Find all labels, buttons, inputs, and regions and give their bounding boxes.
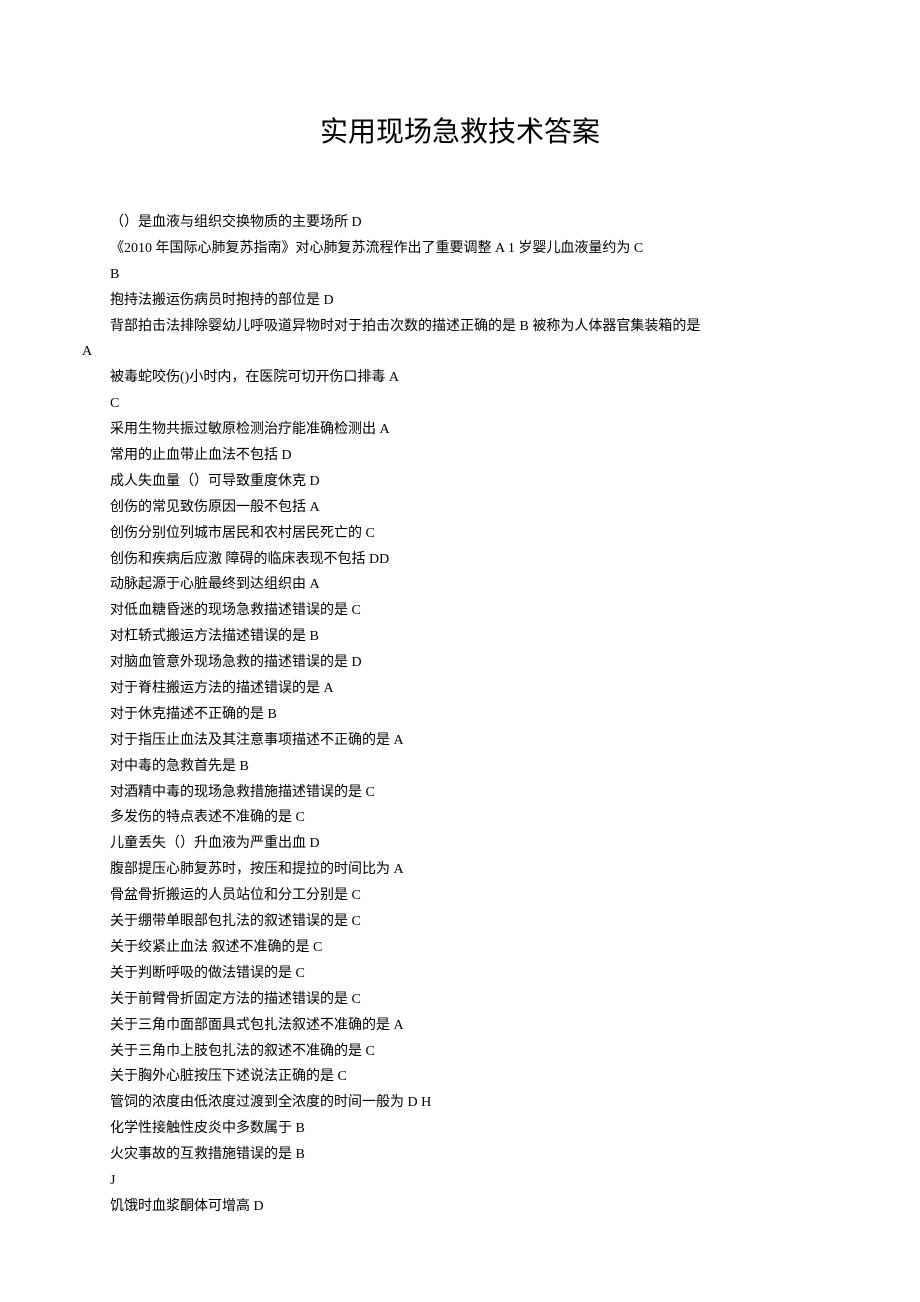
body-line: A: [82, 339, 810, 365]
body-line: 化学性接触性皮炎中多数属于 B: [110, 1116, 810, 1142]
body-line: 对于指压止血法及其注意事项描述不正确的是 A: [110, 728, 810, 754]
body-line: 常用的止血带止血法不包括 D: [110, 443, 810, 469]
body-line: 创伤分别位列城市居民和农村居民死亡的 C: [110, 521, 810, 547]
body-line: 关于三角巾面部面具式包扎法叙述不准确的是 A: [110, 1013, 810, 1039]
body-line: 《2010 年国际心肺复苏指南》对心肺复苏流程作出了重要调整 A 1 岁婴儿血液…: [110, 236, 810, 262]
body-line: 关于三角巾上肢包扎法的叙述不准确的是 C: [110, 1039, 810, 1065]
body-line: 抱持法搬运伤病员时抱持的部位是 D: [110, 288, 810, 314]
body-line: 采用生物共振过敏原检测治疗能准确检测出 A: [110, 417, 810, 443]
body-line: 对脑血管意外现场急救的描述错误的是 D: [110, 650, 810, 676]
body-line: 管饲的浓度由低浓度过渡到全浓度的时间一般为 D H: [110, 1090, 810, 1116]
body-line: C: [110, 391, 810, 417]
body-line: 关于绞紧止血法 叙述不准确的是 C: [110, 935, 810, 961]
body-line: 对于脊柱搬运方法的描述错误的是 A: [110, 676, 810, 702]
body-line: 火灾事故的互救措施错误的是 B: [110, 1142, 810, 1168]
body-line: （）是血液与组织交换物质的主要场所 D: [110, 210, 810, 236]
body-line: 对于休克描述不正确的是 B: [110, 702, 810, 728]
body-line: 创伤的常见致伤原因一般不包括 A: [110, 495, 810, 521]
body-line: B: [110, 262, 810, 288]
body-line: 背部拍击法排除婴幼儿呼吸道异物时对于拍击次数的描述正确的是 B 被称为人体器官集…: [110, 314, 810, 340]
body-line: 多发伤的特点表述不准确的是 C: [110, 805, 810, 831]
document-body: （）是血液与组织交换物质的主要场所 D《2010 年国际心肺复苏指南》对心肺复苏…: [110, 210, 810, 1220]
body-line: 成人失血量（）可导致重度休克 D: [110, 469, 810, 495]
body-line: 被毒蛇咬伤()小时内，在医院可切开伤口排毒 A: [110, 365, 810, 391]
body-line: 关于判断呼吸的做法错误的是 C: [110, 961, 810, 987]
body-line: 对杠轿式搬运方法描述错误的是 B: [110, 624, 810, 650]
body-line: 饥饿时血浆酮体可增高 D: [110, 1194, 810, 1220]
body-line: 创伤和疾病后应激 障碍的临床表现不包括 DD: [110, 547, 810, 573]
body-line: 关于前臂骨折固定方法的描述错误的是 C: [110, 987, 810, 1013]
body-line: 关于绷带单眼部包扎法的叙述错误的是 C: [110, 909, 810, 935]
body-line: J: [110, 1168, 810, 1194]
body-line: 腹部提压心肺复苏时，按压和提拉的时间比为 A: [110, 857, 810, 883]
body-line: 儿童丢失（）升血液为严重出血 D: [110, 831, 810, 857]
body-line: 动脉起源于心脏最终到达组织由 A: [110, 572, 810, 598]
body-line: 骨盆骨折搬运的人员站位和分工分别是 C: [110, 883, 810, 909]
body-line: 对酒精中毒的现场急救措施描述错误的是 C: [110, 780, 810, 806]
document-title: 实用现场急救技术答案: [110, 110, 810, 150]
body-line: 关于胸外心脏按压下述说法正确的是 C: [110, 1064, 810, 1090]
body-line: 对低血糖昏迷的现场急救描述错误的是 C: [110, 598, 810, 624]
body-line: 对中毒的急救首先是 B: [110, 754, 810, 780]
